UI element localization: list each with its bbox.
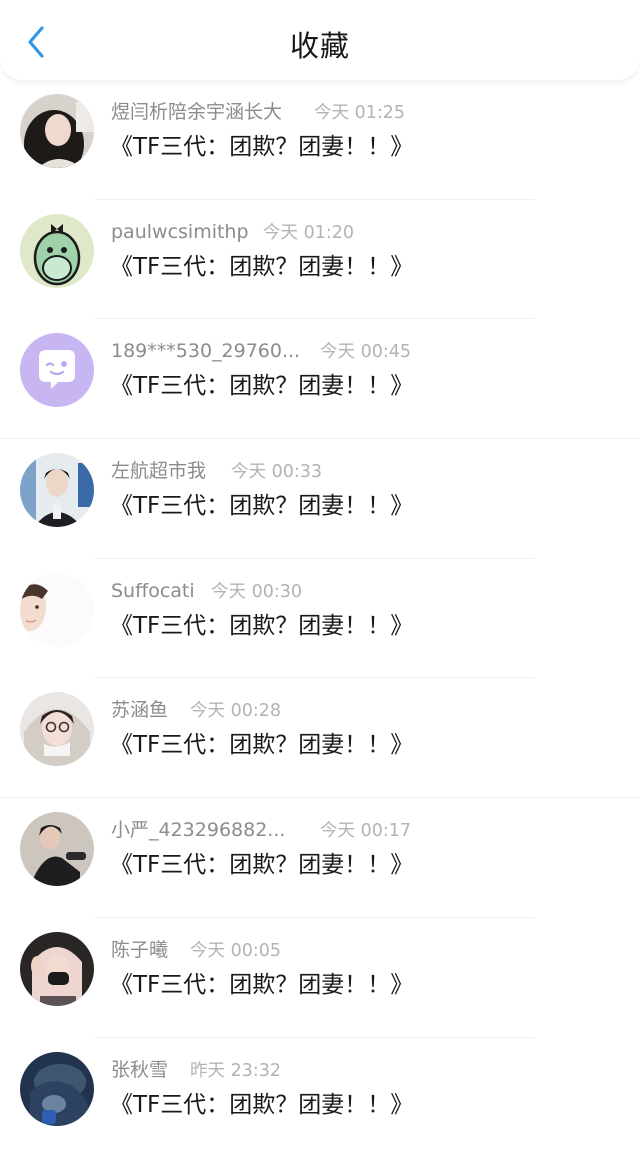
top-bar: 收藏 (0, 0, 640, 80)
message-text: 《TF三代：团欺？团妻！！》 (110, 371, 413, 401)
author-name: 小严_423296882... (111, 818, 285, 842)
timestamp: 今天 00:17 (320, 819, 411, 843)
timestamp: 今天 00:45 (320, 340, 411, 364)
avatar (20, 932, 94, 1006)
message-text: 《TF三代：团欺？团妻！！》 (110, 491, 413, 521)
list-item[interactable]: 189***530_29760... 今天 00:45 《TF三代：团欺？团妻！… (0, 319, 640, 439)
author-name: paulwcsimithp (111, 220, 249, 244)
message-text: 《TF三代：团欺？团妻！！》 (110, 730, 413, 760)
list-item[interactable]: 小严_423296882... 今天 00:17 《TF三代：团欺？团妻！！》 (0, 798, 640, 918)
avatar (20, 573, 94, 647)
list-item[interactable]: 陈子曦 今天 00:05 《TF三代：团欺？团妻！！》 (0, 918, 640, 1038)
author-name: 189***530_29760... (111, 339, 300, 363)
list-item[interactable]: Suffocati 今天 00:30 《TF三代：团欺？团妻！！》 (0, 559, 640, 679)
timestamp: 昨天 23:32 (190, 1059, 281, 1083)
avatar (20, 94, 94, 168)
avatar (20, 692, 94, 766)
avatar (20, 1052, 94, 1126)
avatar (20, 453, 94, 527)
favorites-list: 煜闫析陪余宇涵长大 今天 01:25 《TF三代：团欺？团妻！！》 paulwc… (0, 80, 640, 1157)
list-item[interactable]: 煜闫析陪余宇涵长大 今天 01:25 《TF三代：团欺？团妻！！》 (0, 80, 640, 200)
message-text: 《TF三代：团欺？团妻！！》 (110, 850, 413, 880)
message-text: 《TF三代：团欺？团妻！！》 (110, 252, 413, 282)
author-name: 陈子曦 (111, 938, 168, 962)
message-text: 《TF三代：团欺？团妻！！》 (110, 970, 413, 1000)
message-text: 《TF三代：团欺？团妻！！》 (110, 611, 413, 641)
timestamp: 今天 00:05 (190, 939, 281, 963)
list-item[interactable]: 张秋雪 昨天 23:32 《TF三代：团欺？团妻！！》 (0, 1038, 640, 1157)
timestamp: 今天 01:25 (314, 101, 405, 125)
author-name: 苏涵鱼 (111, 698, 168, 722)
author-name: 煜闫析陪余宇涵长大 (111, 100, 282, 124)
list-item[interactable]: 苏涵鱼 今天 00:28 《TF三代：团欺？团妻！！》 (0, 678, 640, 798)
message-text: 《TF三代：团欺？团妻！！》 (110, 132, 413, 162)
author-name: 张秋雪 (111, 1058, 168, 1082)
message-text: 《TF三代：团欺？团妻！！》 (110, 1090, 413, 1120)
author-name: Suffocati (111, 579, 195, 603)
author-name: 左航超市我 (111, 459, 206, 483)
page-title: 收藏 (0, 26, 640, 66)
timestamp: 今天 00:28 (190, 699, 281, 723)
avatar (20, 214, 94, 288)
timestamp: 今天 00:33 (231, 460, 322, 484)
timestamp: 今天 01:20 (263, 221, 354, 245)
list-item[interactable]: 左航超市我 今天 00:33 《TF三代：团欺？团妻！！》 (0, 439, 640, 559)
avatar (20, 812, 94, 886)
avatar (20, 333, 94, 407)
list-item[interactable]: paulwcsimithp 今天 01:20 《TF三代：团欺？团妻！！》 (0, 200, 640, 320)
timestamp: 今天 00:30 (211, 580, 302, 604)
